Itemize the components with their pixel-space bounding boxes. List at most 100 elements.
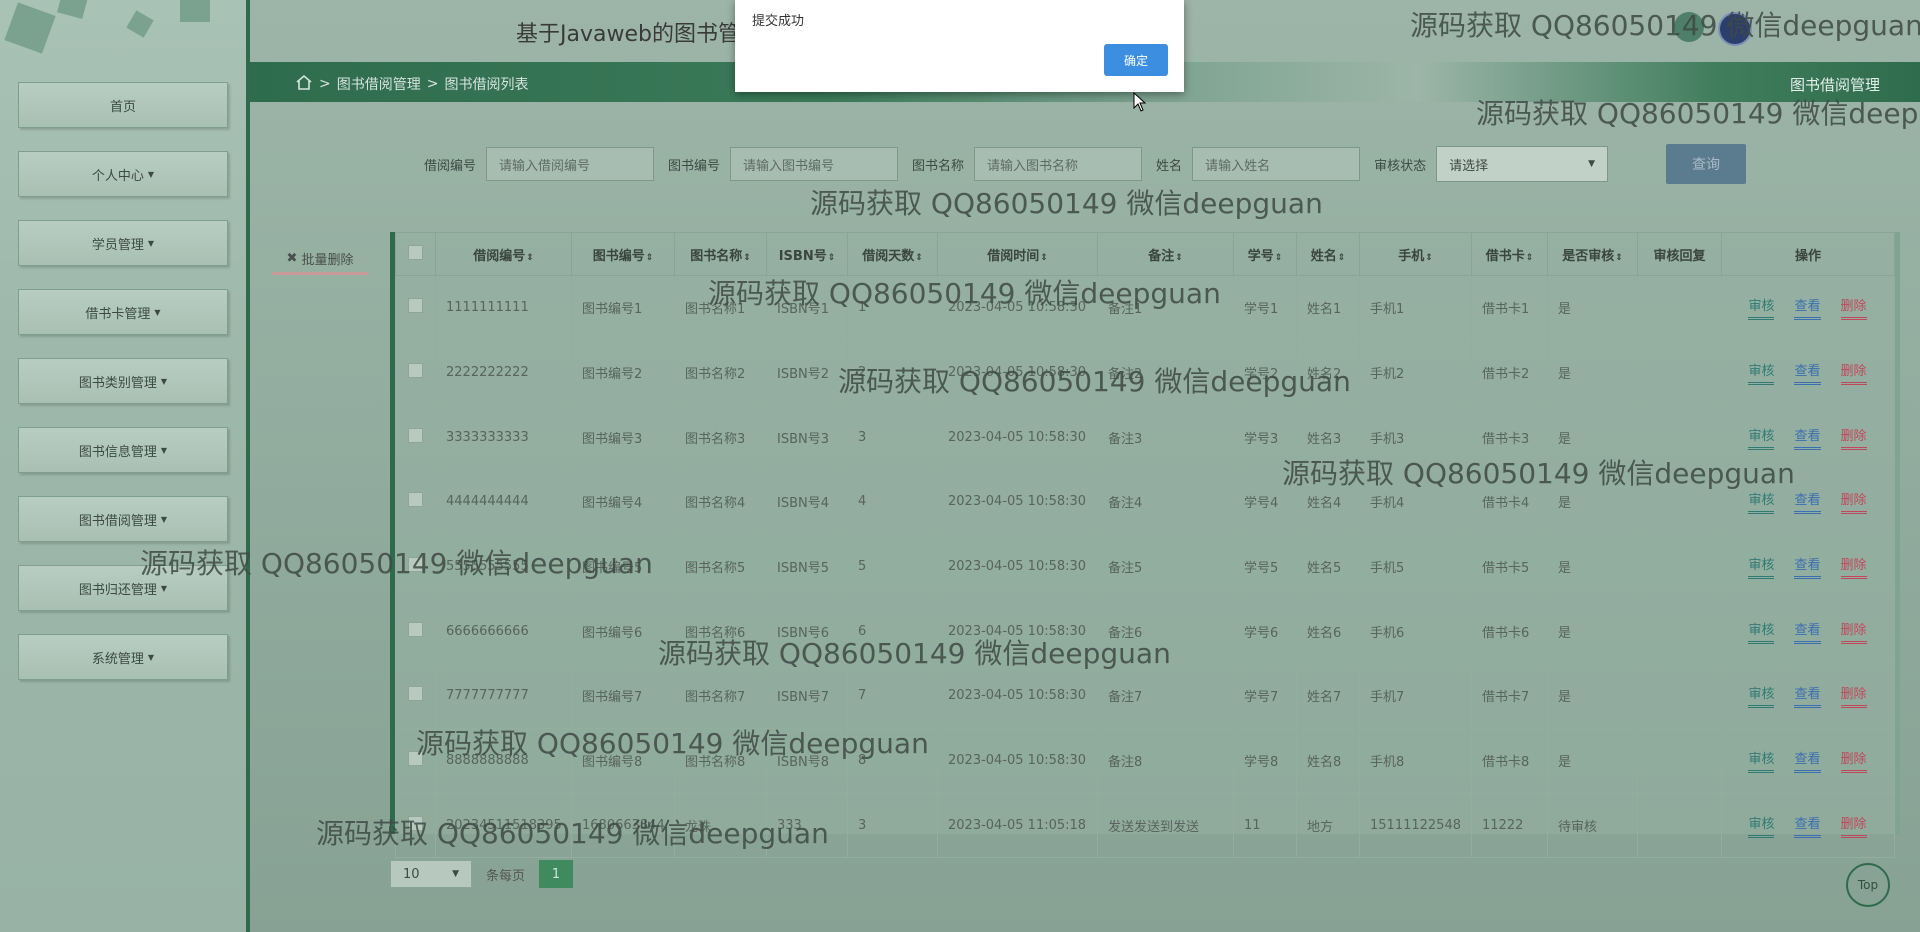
- table-cell: 姓名8: [1296, 727, 1360, 794]
- view-button[interactable]: 查看: [1794, 619, 1821, 644]
- per-page-select[interactable]: 10 ▼: [390, 860, 472, 888]
- sidebar-item-personal-center[interactable]: 个人中心 ▼: [18, 151, 228, 197]
- row-checkbox[interactable]: [395, 275, 436, 341]
- sidebar-item-label: 首页: [109, 99, 136, 115]
- dialog-ok-button[interactable]: 确定: [1104, 44, 1168, 76]
- row-actions: 审核 查看 删除: [1721, 404, 1895, 471]
- breadcrumb-item[interactable]: 图书借阅管理: [337, 74, 421, 94]
- status-select[interactable]: 请选择 ▼: [1436, 146, 1609, 182]
- caret-down-icon: ▼: [154, 307, 161, 317]
- table-cell: 备注1: [1097, 275, 1234, 341]
- audit-button[interactable]: 审核: [1748, 360, 1775, 386]
- table-cell: [1637, 598, 1722, 665]
- delete-button[interactable]: 删除: [1840, 748, 1867, 774]
- breadcrumb-separator: >: [319, 76, 331, 92]
- column-header[interactable]: 借书卡⇕: [1471, 232, 1548, 276]
- row-checkbox[interactable]: [395, 792, 436, 859]
- delete-button[interactable]: 删除: [1840, 425, 1867, 450]
- audit-button[interactable]: 审核: [1748, 748, 1775, 774]
- book-id-input[interactable]: 请输入图书编号: [730, 147, 899, 181]
- select-all-checkbox[interactable]: [395, 232, 436, 276]
- table-cell: ISBN号7: [766, 663, 848, 729]
- column-header[interactable]: 图书名称⇕: [674, 232, 767, 276]
- user-avatar-icon[interactable]: [1718, 12, 1752, 46]
- table-cell: 是: [1547, 469, 1638, 535]
- column-header[interactable]: 借阅天数⇕: [847, 232, 938, 276]
- audit-button[interactable]: 审核: [1748, 489, 1775, 515]
- home-icon[interactable]: [295, 74, 313, 94]
- back-to-top-button[interactable]: Top: [1846, 863, 1890, 907]
- sidebar-item-category-management[interactable]: 图书类别管理 ▼: [18, 358, 228, 404]
- table-row: 6666666666 图书编号6 图书名称6 ISBN号6 6 2023-04-05 10…: [395, 598, 1895, 665]
- table-cell: 姓名3: [1296, 404, 1360, 471]
- audit-button[interactable]: 审核: [1748, 295, 1775, 321]
- table-cell: 备注7: [1097, 663, 1234, 729]
- view-button[interactable]: 查看: [1794, 554, 1821, 580]
- delete-button[interactable]: 删除: [1840, 683, 1867, 709]
- page-label: 图书借阅管理: [1789, 76, 1880, 94]
- view-button[interactable]: 查看: [1794, 425, 1821, 450]
- view-button[interactable]: 查看: [1794, 489, 1821, 515]
- sidebar-item-student-management[interactable]: 学员管理 ▼: [18, 220, 228, 266]
- column-header[interactable]: 借阅编号⇕: [435, 232, 572, 276]
- column-header[interactable]: 图书编号⇕: [571, 232, 675, 276]
- row-checkbox[interactable]: [395, 533, 436, 600]
- decor-square: [180, 0, 210, 22]
- column-header[interactable]: 姓名⇕: [1296, 232, 1360, 276]
- delete-button[interactable]: 删除: [1840, 554, 1867, 580]
- book-name-input[interactable]: 请输入图书名称: [974, 147, 1143, 181]
- batch-delete-button[interactable]: ✖ 批量删除: [272, 244, 368, 275]
- sidebar-item-label: 图书归还管理: [78, 582, 157, 598]
- sidebar-item-home[interactable]: 首页: [18, 82, 228, 128]
- column-header[interactable]: 手机⇕: [1359, 232, 1472, 276]
- name-input[interactable]: 请输入姓名: [1192, 147, 1361, 181]
- table-cell: 备注5: [1097, 533, 1234, 600]
- row-checkbox[interactable]: [395, 404, 436, 471]
- view-button[interactable]: 查看: [1794, 813, 1821, 838]
- row-actions: 审核 查看 删除: [1721, 792, 1895, 859]
- view-button[interactable]: 查看: [1794, 683, 1821, 709]
- row-checkbox[interactable]: [395, 727, 436, 794]
- sidebar-item-borrow-management[interactable]: 图书借阅管理 ▼: [18, 496, 228, 542]
- table-cell: 2023-04-05 10:58:30: [937, 404, 1098, 471]
- back-icon[interactable]: [1674, 12, 1704, 42]
- sidebar-item-card-management[interactable]: 借书卡管理 ▼: [18, 289, 228, 335]
- search-button[interactable]: 查询: [1666, 144, 1746, 184]
- column-header[interactable]: 是否审核⇕: [1547, 232, 1638, 276]
- table-cell: 图书编号2: [571, 339, 675, 406]
- borrow-id-input[interactable]: 请输入借阅编号: [486, 147, 655, 181]
- row-checkbox[interactable]: [395, 469, 436, 535]
- audit-button[interactable]: 审核: [1748, 619, 1775, 644]
- page-number-button[interactable]: 1: [539, 860, 574, 888]
- column-header[interactable]: ISBN号⇕: [766, 232, 848, 276]
- delete-button[interactable]: 删除: [1840, 813, 1867, 838]
- row-checkbox[interactable]: [395, 598, 436, 665]
- delete-button[interactable]: 删除: [1840, 295, 1867, 321]
- table-cell: [1637, 339, 1722, 406]
- table-cell: 备注6: [1097, 598, 1234, 665]
- table-cell: 11222: [1471, 792, 1548, 859]
- column-header[interactable]: 学号⇕: [1233, 232, 1297, 276]
- delete-button[interactable]: 删除: [1840, 619, 1867, 644]
- view-button[interactable]: 查看: [1794, 748, 1821, 774]
- delete-button[interactable]: 删除: [1840, 489, 1867, 515]
- sidebar-item-book-info-management[interactable]: 图书信息管理 ▼: [18, 427, 228, 473]
- column-header[interactable]: 备注⇕: [1097, 232, 1234, 276]
- view-button[interactable]: 查看: [1794, 360, 1821, 386]
- table-cell: 2: [847, 339, 938, 406]
- table-cell: 借书卡4: [1471, 469, 1548, 535]
- audit-button[interactable]: 审核: [1748, 683, 1775, 709]
- table-cell: 2023-04-05 10:58:30: [937, 598, 1098, 665]
- row-checkbox[interactable]: [395, 339, 436, 406]
- sidebar-item-system-management[interactable]: 系统管理 ▼: [18, 634, 228, 680]
- audit-button[interactable]: 审核: [1748, 813, 1775, 838]
- column-header[interactable]: 借阅时间⇕: [937, 232, 1098, 276]
- row-actions: 审核 查看 删除: [1721, 598, 1895, 665]
- app-title: 基于Javaweb的图书管: [516, 22, 740, 47]
- delete-button[interactable]: 删除: [1840, 360, 1867, 386]
- view-button[interactable]: 查看: [1794, 295, 1821, 321]
- sidebar-item-return-management[interactable]: 图书归还管理 ▼: [18, 565, 228, 611]
- audit-button[interactable]: 审核: [1748, 425, 1775, 450]
- row-checkbox[interactable]: [395, 663, 436, 729]
- audit-button[interactable]: 审核: [1748, 554, 1775, 580]
